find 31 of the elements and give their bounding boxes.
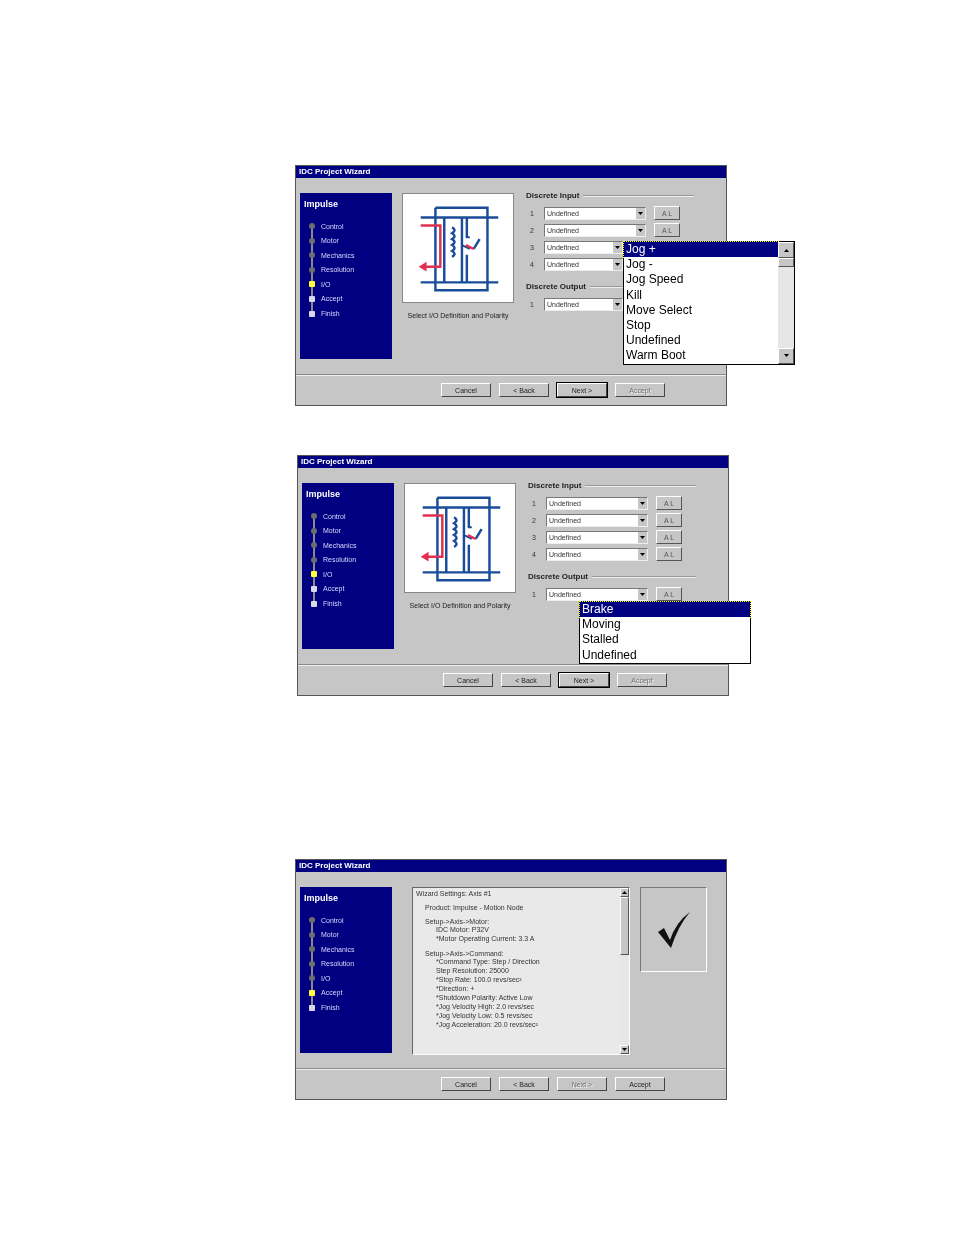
dropdown-arrow-icon xyxy=(640,518,645,522)
scroll-down-icon xyxy=(783,354,789,358)
dropdown-option[interactable]: Jog + xyxy=(624,242,778,258)
dropdown-arrow-icon xyxy=(638,228,643,232)
dropdown-arrow-icon xyxy=(640,592,645,596)
scroll-up-icon xyxy=(783,248,789,252)
dropdown-arrow-icon xyxy=(640,501,645,505)
scroll-up-icon xyxy=(622,891,627,894)
sidebar-title: Impulse xyxy=(306,489,341,499)
dropdown-arrow-icon xyxy=(640,552,645,556)
dropdown-arrow-icon xyxy=(615,245,620,249)
dropdown-arrow-icon xyxy=(615,262,620,266)
checkmark-icon xyxy=(655,909,692,950)
window-title: IDC Project Wizard xyxy=(296,860,726,872)
scrollbar[interactable] xyxy=(620,888,629,1054)
window-title: IDC Project Wizard xyxy=(298,456,728,468)
sidebar-title: Impulse xyxy=(304,199,339,209)
dropdown-option[interactable]: Brake xyxy=(580,602,750,618)
scroll-thumb[interactable] xyxy=(778,258,794,267)
dropdown-arrow-icon xyxy=(640,535,645,539)
group-title: Discrete Output xyxy=(526,282,586,291)
scrollbar[interactable] xyxy=(778,242,794,364)
sidebar-title: Impulse xyxy=(304,893,339,903)
dropdown-arrow-icon xyxy=(638,211,643,215)
group-title: Discrete Input xyxy=(528,481,582,490)
scroll-down-icon xyxy=(622,1048,627,1051)
group-title: Discrete Input xyxy=(526,191,580,200)
dropdown-arrow-icon xyxy=(615,302,620,306)
window-title: IDC Project Wizard xyxy=(296,166,726,178)
group-title: Discrete Output xyxy=(528,572,588,581)
scroll-thumb[interactable] xyxy=(620,897,629,955)
